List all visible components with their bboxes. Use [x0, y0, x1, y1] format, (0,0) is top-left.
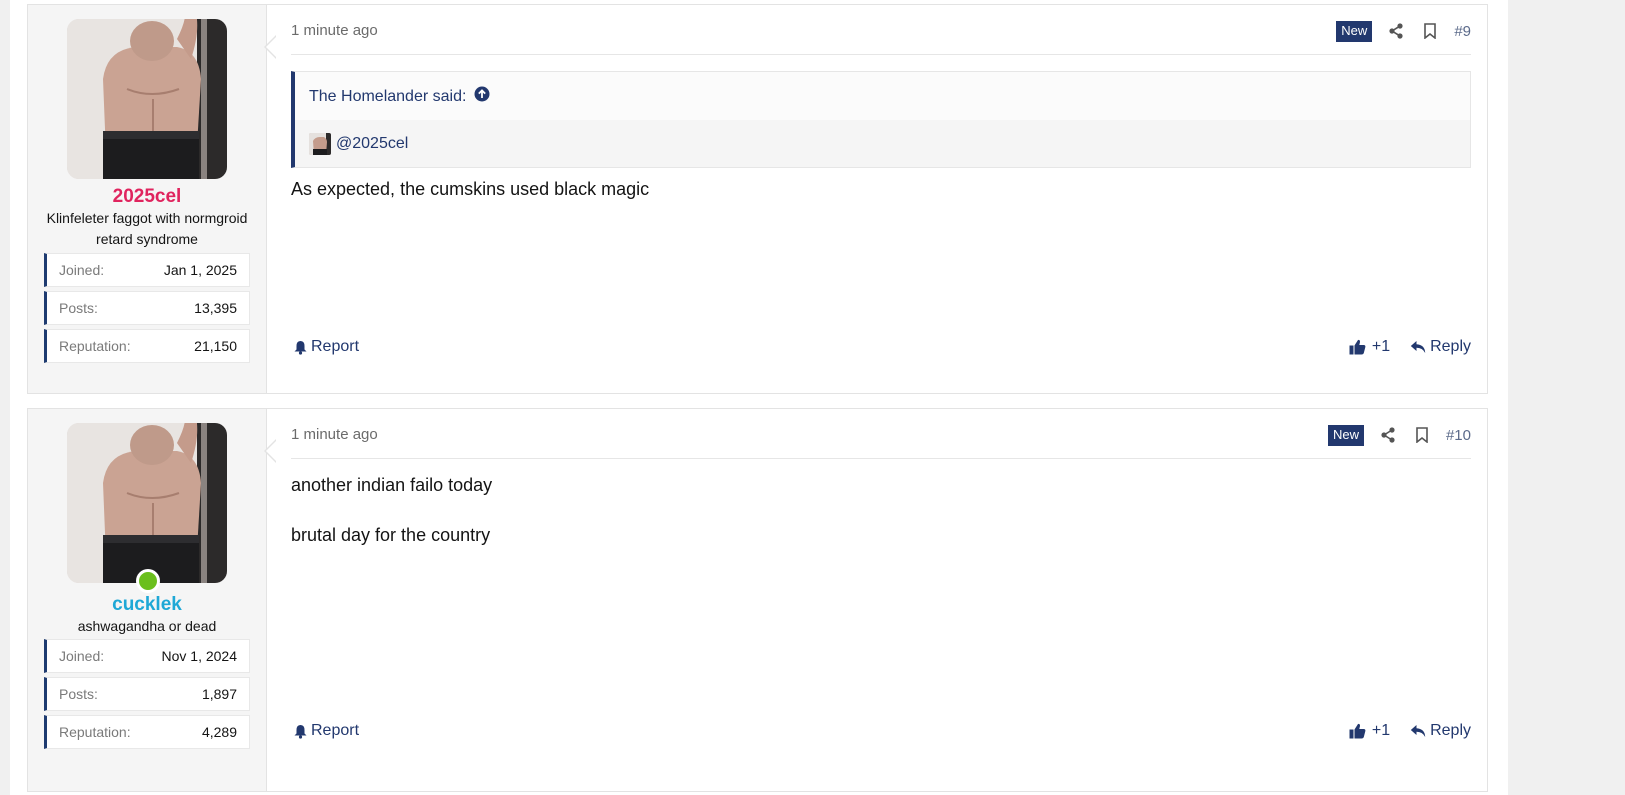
stat-label: Posts:: [59, 686, 98, 702]
report-button[interactable]: Report: [294, 338, 359, 356]
report-button[interactable]: Report: [294, 722, 359, 740]
mention[interactable]: @2025cel: [309, 133, 408, 155]
stat-label: Joined:: [59, 648, 105, 664]
quote-author[interactable]: The Homelander said:: [309, 88, 466, 106]
header-divider: [291, 54, 1471, 55]
like-button[interactable]: +1: [1349, 338, 1390, 356]
post-body-line: another indian failo today: [291, 475, 493, 495]
share-icon[interactable]: [1378, 425, 1398, 445]
avatar[interactable]: [67, 423, 227, 583]
stat-label: Reputation:: [59, 338, 131, 354]
stat-joined: Joined: Nov 1, 2024: [44, 639, 250, 673]
post-actions: +1 Reply: [1349, 338, 1471, 356]
reply-icon: [1410, 725, 1426, 737]
avatar-image: [67, 423, 227, 583]
post-main: 1 minute ago New #10 another indian fail…: [291, 409, 1471, 791]
username[interactable]: cucklek: [28, 594, 266, 616]
stat-posts: Posts: 13,395: [44, 291, 250, 325]
stat-value: Nov 1, 2024: [161, 648, 238, 664]
quote-block: The Homelander said: @2025cel: [291, 71, 1471, 168]
user-title: Klinfeleter faggot with normgroid retard…: [46, 210, 248, 247]
post-number[interactable]: #9: [1454, 23, 1471, 40]
report-label[interactable]: Report: [311, 338, 359, 356]
like-count[interactable]: +1: [1372, 338, 1390, 356]
stat-value: 4,289: [201, 724, 237, 740]
share-icon[interactable]: [1386, 21, 1406, 41]
post: cucklek ashwagandha or dead Joined: Nov …: [27, 408, 1488, 792]
stat-value: 1,897: [201, 686, 237, 702]
stat-posts: Posts: 1,897: [44, 677, 250, 711]
stat-label: Reputation:: [59, 724, 131, 740]
bell-icon: [294, 340, 307, 355]
post-tools: New #9: [1336, 19, 1471, 43]
new-badge: New: [1327, 424, 1364, 446]
stat-label: Posts:: [59, 300, 98, 316]
user-title: ashwagandha or dead: [77, 618, 217, 634]
avatar-image: [67, 19, 227, 179]
stat-label: Joined:: [59, 262, 105, 278]
post: 2025cel Klinfeleter faggot with normgroi…: [27, 4, 1488, 394]
user-info-column: 2025cel Klinfeleter faggot with normgroi…: [28, 5, 267, 393]
stat-value: Jan 1, 2025: [163, 262, 237, 278]
post-tools: New #10: [1327, 423, 1471, 447]
reply-button[interactable]: Reply: [1410, 338, 1471, 356]
bell-icon: [294, 724, 307, 739]
reply-label[interactable]: Reply: [1430, 722, 1471, 740]
stat-value: 21,150: [194, 338, 237, 354]
online-status-indicator: [136, 569, 160, 593]
username[interactable]: 2025cel: [28, 186, 266, 208]
post-actions: +1 Reply: [1349, 722, 1471, 740]
post-time[interactable]: 1 minute ago: [291, 22, 378, 39]
post-footer: Report +1 Reply: [291, 338, 1471, 364]
user-arrow: [264, 35, 277, 59]
report-label[interactable]: Report: [311, 722, 359, 740]
quote-header[interactable]: The Homelander said:: [309, 86, 490, 107]
thumbs-up-icon: [1349, 339, 1366, 355]
bookmark-icon[interactable]: [1420, 21, 1440, 41]
reply-label[interactable]: Reply: [1430, 338, 1471, 356]
user-info-column: cucklek ashwagandha or dead Joined: Nov …: [28, 409, 267, 791]
post-time[interactable]: 1 minute ago: [291, 426, 378, 443]
reply-icon: [1410, 341, 1426, 353]
header-divider: [291, 458, 1471, 459]
thread-page: 2025cel Klinfeleter faggot with normgroi…: [10, 0, 1508, 795]
stat-reputation: Reputation: 4,289: [44, 715, 250, 749]
mention-avatar: [309, 133, 331, 155]
like-count[interactable]: +1: [1372, 722, 1390, 740]
post-footer: Report +1 Reply: [291, 722, 1471, 748]
mention-text[interactable]: @2025cel: [336, 135, 408, 153]
thumbs-up-icon: [1349, 723, 1366, 739]
avatar[interactable]: [67, 19, 227, 179]
user-arrow: [264, 439, 277, 463]
stat-joined: Joined: Jan 1, 2025: [44, 253, 250, 287]
post-body-line: brutal day for the country: [291, 525, 491, 545]
post-body-line: As expected, the cumskins used black mag…: [291, 179, 650, 199]
new-badge: New: [1336, 20, 1373, 42]
stat-value: 13,395: [194, 300, 237, 316]
like-button[interactable]: +1: [1349, 722, 1390, 740]
bookmark-icon[interactable]: [1412, 425, 1432, 445]
stat-reputation: Reputation: 21,150: [44, 329, 250, 363]
post-number[interactable]: #10: [1446, 427, 1471, 444]
quote-body: @2025cel: [295, 120, 1470, 167]
post-main: 1 minute ago New #9 The Homelander said:: [291, 5, 1471, 393]
reply-button[interactable]: Reply: [1410, 722, 1471, 740]
arrow-up-circle-icon[interactable]: [474, 86, 490, 107]
